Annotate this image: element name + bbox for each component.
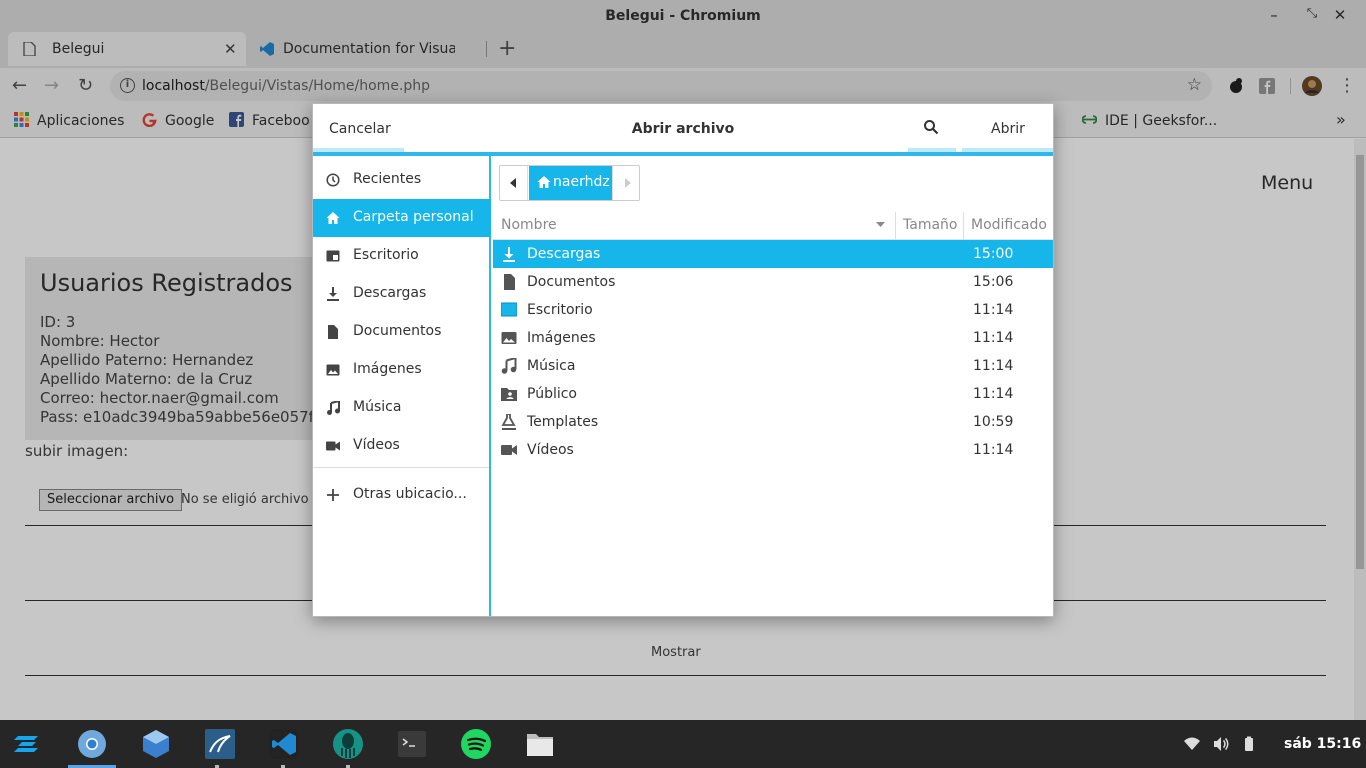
download-icon bbox=[503, 247, 515, 262]
path-button-home[interactable]: naerhdz bbox=[529, 166, 612, 200]
sidebar-item-videos[interactable]: Vídeos bbox=[313, 427, 491, 465]
path-bar: naerhdz bbox=[499, 165, 640, 201]
sort-down-icon[interactable] bbox=[876, 222, 885, 227]
file-list-pane: naerhdz Nombre Tamaño Modificado Descarg… bbox=[493, 156, 1053, 616]
column-size[interactable]: Tamaño bbox=[903, 217, 957, 233]
search-icon[interactable] bbox=[923, 119, 939, 135]
dialog-title: Abrir archivo bbox=[631, 121, 735, 137]
sidebar-item-music[interactable]: Música bbox=[313, 389, 491, 427]
chromium-icon[interactable] bbox=[76, 728, 108, 760]
spotify-icon[interactable] bbox=[460, 728, 492, 760]
clock-icon bbox=[326, 173, 340, 187]
home-icon bbox=[537, 176, 551, 188]
file-row[interactable]: Descargas 15:00 bbox=[493, 240, 1053, 268]
places-sidebar: Recientes Carpeta personal Escritorio De… bbox=[313, 156, 491, 616]
document-icon bbox=[504, 274, 515, 290]
open-button[interactable]: Abrir bbox=[991, 121, 1025, 137]
column-headers: Nombre Tamaño Modificado bbox=[493, 208, 1053, 240]
sidebar-item-desktop[interactable]: Escritorio bbox=[313, 237, 491, 275]
open-file-dialog: Cancelar Abrir archivo Abrir Recientes C… bbox=[312, 103, 1054, 617]
taskbar: sáb 15:16 bbox=[0, 720, 1366, 768]
file-row[interactable]: Templates 10:59 bbox=[493, 408, 1053, 436]
file-row[interactable]: Imágenes 11:14 bbox=[493, 324, 1053, 352]
image-icon bbox=[501, 332, 517, 344]
virtualbox-icon[interactable] bbox=[140, 728, 172, 760]
file-row[interactable]: Vídeos 11:14 bbox=[493, 436, 1053, 464]
sidebar-item-other-locations[interactable]: Otras ubicacio... bbox=[313, 476, 491, 514]
download-icon bbox=[327, 287, 339, 301]
files-icon[interactable] bbox=[524, 728, 556, 760]
mysql-workbench-icon[interactable] bbox=[204, 728, 236, 760]
file-row[interactable]: Música 11:14 bbox=[493, 352, 1053, 380]
public-folder-icon bbox=[501, 388, 517, 401]
sidebar-item-recent[interactable]: Recientes bbox=[313, 161, 491, 199]
sidebar-item-home[interactable]: Carpeta personal bbox=[313, 199, 491, 237]
path-forward-button[interactable] bbox=[612, 166, 640, 200]
zorin-menu-icon[interactable] bbox=[12, 728, 44, 760]
battery-icon[interactable] bbox=[1241, 736, 1257, 752]
vscode-icon[interactable] bbox=[268, 728, 300, 760]
desktop-icon bbox=[501, 302, 517, 317]
terminal-icon[interactable] bbox=[396, 728, 428, 760]
home-icon bbox=[326, 212, 340, 224]
video-icon bbox=[326, 441, 340, 451]
sidebar-item-downloads[interactable]: Descargas bbox=[313, 275, 491, 313]
templates-icon bbox=[501, 414, 516, 430]
video-icon bbox=[501, 445, 517, 455]
file-row[interactable]: Documentos 15:06 bbox=[493, 268, 1053, 296]
sidebar-item-documents[interactable]: Documentos bbox=[313, 313, 491, 351]
wifi-icon[interactable] bbox=[1184, 736, 1200, 752]
chevron-right-icon bbox=[625, 178, 631, 188]
clock[interactable]: sáb 15:16 bbox=[1284, 736, 1361, 752]
column-name[interactable]: Nombre bbox=[501, 217, 557, 233]
file-row[interactable]: Público 11:14 bbox=[493, 380, 1053, 408]
image-icon bbox=[326, 364, 340, 376]
file-row[interactable]: Escritorio 11:14 bbox=[493, 296, 1053, 324]
column-modified[interactable]: Modificado bbox=[971, 217, 1047, 233]
plus-icon bbox=[327, 489, 339, 501]
music-icon bbox=[501, 358, 517, 374]
path-back-button[interactable] bbox=[500, 166, 528, 200]
volume-icon[interactable] bbox=[1213, 736, 1229, 752]
chevron-left-icon bbox=[510, 178, 516, 188]
desktop-icon bbox=[326, 250, 340, 262]
gitkraken-icon[interactable] bbox=[332, 728, 364, 760]
music-icon bbox=[327, 401, 340, 415]
sidebar-item-pictures[interactable]: Imágenes bbox=[313, 351, 491, 389]
document-icon bbox=[328, 325, 338, 339]
